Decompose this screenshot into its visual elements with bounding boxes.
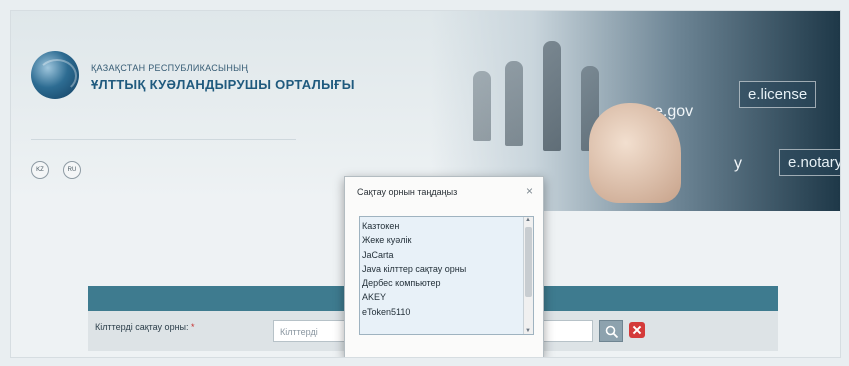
storage-select-dialog: Сақтау орнын таңдаңыз × Казтокен Жеке ку… <box>344 176 544 357</box>
list-item[interactable]: Java кілттер сақтау орны <box>362 262 533 276</box>
page: ҚАЗАҚСТАН РЕСПУБЛИКАСЫНЫҢ ҰЛТТЫҚ КУӘЛАНД… <box>10 10 841 358</box>
list-item[interactable]: Жеке куәлік <box>362 233 533 247</box>
list-item[interactable]: Дербес компьютер <box>362 276 533 290</box>
list-item[interactable]: AKEY <box>362 290 533 304</box>
language-ru-button[interactable]: RU <box>63 161 81 179</box>
silhouette-icon <box>505 61 523 146</box>
list-item[interactable]: JaCarta <box>362 248 533 262</box>
banner-tile-elicense: e.license <box>739 81 817 108</box>
hand-image <box>589 103 681 203</box>
list-item[interactable]: Казтокен <box>362 219 533 233</box>
globe-logo-icon <box>31 51 79 99</box>
silhouette-icon <box>473 71 491 141</box>
scroll-up-icon[interactable]: ▲ <box>525 217 531 223</box>
search-icon <box>605 325 619 339</box>
search-button[interactable] <box>599 320 623 342</box>
key-storage-label-text: Кілттерді сақтау орны: <box>95 322 189 332</box>
banner-tile-enotary: e.notary <box>779 149 840 176</box>
org-name-line2: ҰЛТТЫҚ КУӘЛАНДЫРУШЫ ОРТАЛЫҒЫ <box>91 77 355 92</box>
listbox-scrollbar[interactable]: ▲ ▼ <box>523 217 533 334</box>
scroll-down-icon[interactable]: ▼ <box>525 328 531 334</box>
dialog-title: Сақтау орнын таңдаңыз <box>357 187 458 197</box>
org-name-line1: ҚАЗАҚСТАН РЕСПУБЛИКАСЫНЫҢ <box>91 63 249 73</box>
header-divider <box>31 139 296 140</box>
silhouette-icon <box>543 41 561 151</box>
scroll-thumb[interactable] <box>525 227 532 297</box>
dialog-header: Сақтау орнын таңдаңыз × <box>345 177 543 207</box>
list-item[interactable]: eToken5110 <box>362 305 533 319</box>
required-mark: * <box>191 322 195 332</box>
storage-listbox[interactable]: Казтокен Жеке куәлік JaCarta Java кілтте… <box>359 216 534 335</box>
banner-tile-y: y <box>734 155 742 172</box>
key-storage-label: Кілттерді сақтау орны: * <box>95 322 195 332</box>
close-icon[interactable]: × <box>526 184 533 198</box>
language-kz-button[interactable]: KZ <box>31 161 49 179</box>
storage-options: Казтокен Жеке куәлік JaCarta Java кілтте… <box>360 217 533 319</box>
clear-button[interactable] <box>629 322 645 338</box>
